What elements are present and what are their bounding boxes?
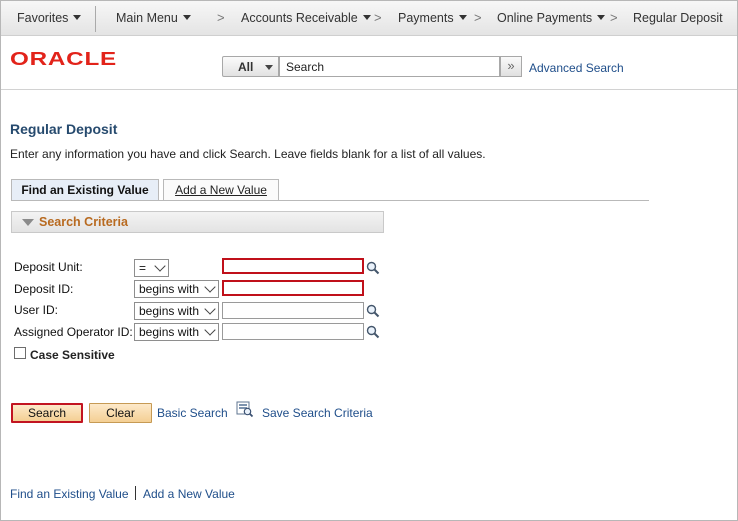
page-title: Regular Deposit (10, 121, 118, 137)
footer-add-new-link[interactable]: Add a New Value (143, 487, 235, 501)
chevron-down-icon (204, 281, 216, 293)
deposit-unit-label: Deposit Unit: (14, 260, 83, 274)
global-search-input[interactable]: Search (279, 56, 500, 77)
search-criteria-header[interactable]: Search Criteria (11, 211, 384, 233)
page-instructions: Enter any information you have and click… (10, 147, 486, 161)
oracle-logo: ORACLE (10, 50, 117, 68)
main-menu[interactable]: Main Menu (116, 11, 191, 25)
chevron-down-icon (204, 303, 216, 315)
lookup-magnifier-icon[interactable] (366, 261, 380, 275)
user-id-input[interactable] (222, 302, 364, 319)
tab-add-new-value[interactable]: Add a New Value (163, 179, 279, 200)
tab-find-existing-value[interactable]: Find an Existing Value (11, 179, 159, 201)
tab-label: Add a New Value (175, 183, 267, 197)
top-nav-bar: Favorites Main Menu > Accounts Receivabl… (1, 1, 737, 36)
operator-value: = (139, 261, 147, 275)
deposit-id-label: Deposit ID: (14, 282, 74, 296)
favorites-menu[interactable]: Favorites (17, 11, 82, 25)
case-sensitive-label: Case Sensitive (30, 348, 115, 362)
lookup-magnifier-icon[interactable] (366, 325, 380, 339)
save-search-criteria-link[interactable]: Save Search Criteria (262, 406, 373, 420)
tab-underline (11, 200, 649, 201)
search-go-button[interactable]: » (500, 56, 522, 77)
breadcrumb-accounts-receivable[interactable]: Accounts Receivable (241, 11, 371, 25)
user-id-label: User ID: (14, 303, 59, 317)
breadcrumb-separator-icon: > (217, 10, 225, 25)
chevron-down-icon (154, 260, 166, 272)
chevron-down-icon (362, 15, 371, 20)
assigned-operator-id-input[interactable] (222, 323, 364, 340)
operator-value: begins with (139, 325, 200, 339)
nav-divider (95, 6, 96, 32)
collapse-triangle-icon (22, 219, 34, 226)
deposit-id-operator[interactable]: begins with (134, 280, 219, 298)
assigned-operator-id-operator[interactable]: begins with (134, 323, 219, 341)
chevron-down-icon (265, 65, 273, 70)
breadcrumb-separator-icon: > (374, 10, 382, 25)
footer-divider (135, 486, 136, 500)
favorites-label: Favorites (17, 11, 69, 25)
basic-search-link[interactable]: Basic Search (157, 406, 228, 420)
operator-value: begins with (139, 282, 200, 296)
search-button[interactable]: Search (11, 403, 83, 423)
operator-value: begins with (139, 304, 200, 318)
save-search-icon[interactable] (236, 401, 254, 418)
user-id-operator[interactable]: begins with (134, 302, 219, 320)
breadcrumb-separator-icon: > (610, 10, 618, 25)
header-divider (1, 89, 737, 90)
breadcrumb-label: Accounts Receivable (241, 11, 358, 25)
deposit-unit-operator[interactable]: = (134, 259, 169, 277)
search-scope-label: All (238, 60, 254, 74)
deposit-id-input[interactable] (222, 280, 364, 296)
svg-text:ORACLE: ORACLE (10, 50, 117, 68)
breadcrumb-label: Payments (398, 11, 454, 25)
clear-button[interactable]: Clear (89, 403, 152, 423)
breadcrumb-label: Online Payments (497, 11, 593, 25)
footer-find-existing-link[interactable]: Find an Existing Value (10, 487, 129, 501)
chevron-down-icon (204, 324, 216, 336)
advanced-search-link[interactable]: Advanced Search (529, 61, 624, 75)
deposit-unit-input[interactable] (222, 258, 364, 274)
breadcrumb-payments[interactable]: Payments (398, 11, 467, 25)
breadcrumb-online-payments[interactable]: Online Payments (497, 11, 606, 25)
breadcrumb-current: Regular Deposit (633, 11, 723, 25)
case-sensitive-checkbox[interactable] (14, 347, 26, 359)
chevron-down-icon (458, 15, 467, 20)
assigned-operator-id-label: Assigned Operator ID: (14, 325, 133, 339)
chevron-down-icon (597, 15, 606, 20)
chevron-down-icon (73, 15, 82, 20)
breadcrumb-separator-icon: > (474, 10, 482, 25)
search-scope-dropdown[interactable]: All (222, 56, 279, 77)
chevron-down-icon (182, 15, 191, 20)
lookup-magnifier-icon[interactable] (366, 304, 380, 318)
main-menu-label: Main Menu (116, 11, 178, 25)
search-criteria-label: Search Criteria (39, 215, 128, 229)
